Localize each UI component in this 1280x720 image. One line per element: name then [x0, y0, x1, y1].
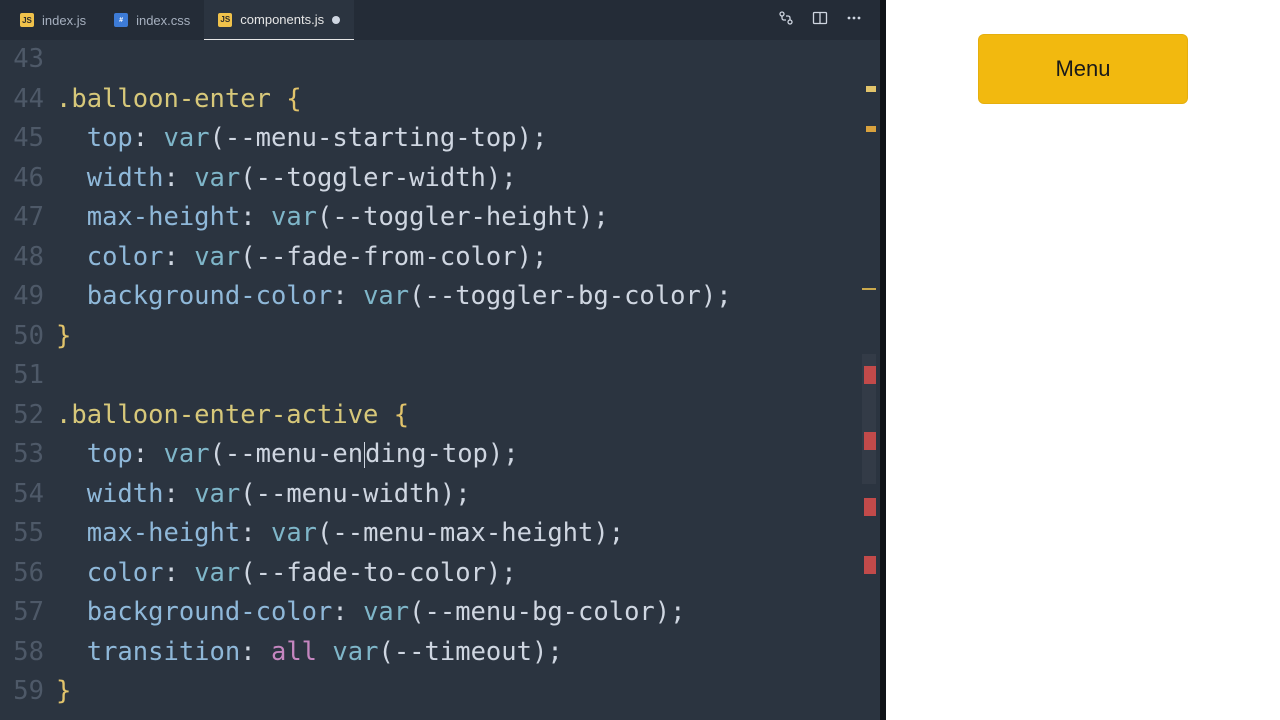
line-number: 53 [0, 435, 44, 475]
code-line[interactable]: width: var(--menu-width); [56, 475, 880, 515]
tab-index-js[interactable]: JS index.js [6, 0, 100, 40]
more-actions-icon[interactable] [846, 10, 862, 30]
code-line[interactable]: top: var(--menu-starting-top); [56, 119, 880, 159]
tab-label: components.js [240, 12, 324, 27]
code-line[interactable] [56, 40, 880, 80]
line-number: 46 [0, 159, 44, 199]
code-line[interactable]: max-height: var(--toggler-height); [56, 198, 880, 238]
js-file-icon: JS [218, 13, 232, 27]
tab-label: index.css [136, 13, 190, 28]
tab-components-js[interactable]: JS components.js [204, 0, 354, 40]
preview-pane: Menu [886, 0, 1280, 720]
line-number: 54 [0, 475, 44, 515]
code-line[interactable]: color: var(--fade-to-color); [56, 554, 880, 594]
line-number: 52 [0, 396, 44, 436]
line-number: 49 [0, 277, 44, 317]
tab-label: index.js [42, 13, 86, 28]
overview-ruler[interactable] [862, 40, 876, 720]
compare-changes-icon[interactable] [778, 10, 794, 30]
line-number: 59 [0, 672, 44, 712]
line-number: 44 [0, 80, 44, 120]
code-content[interactable]: .balloon-enter { top: var(--menu-startin… [56, 40, 880, 720]
line-number: 45 [0, 119, 44, 159]
tab-actions [766, 10, 874, 30]
text-cursor [364, 442, 365, 468]
unsaved-indicator-icon [332, 16, 340, 24]
line-number: 51 [0, 356, 44, 396]
code-line[interactable]: } [56, 672, 880, 712]
split-editor-icon[interactable] [812, 10, 828, 30]
code-line[interactable]: transition: all var(--timeout); [56, 633, 880, 673]
code-line[interactable]: width: var(--toggler-width); [56, 159, 880, 199]
code-line[interactable]: background-color: var(--menu-bg-color); [56, 593, 880, 633]
line-number: 56 [0, 554, 44, 594]
code-line[interactable]: .balloon-enter-active { [56, 396, 880, 436]
tab-index-css[interactable]: # index.css [100, 0, 204, 40]
line-number: 50 [0, 317, 44, 357]
code-line[interactable]: .balloon-enter { [56, 80, 880, 120]
code-line[interactable] [56, 356, 880, 396]
code-line[interactable]: max-height: var(--menu-max-height); [56, 514, 880, 554]
code-area[interactable]: 4344454647484950515253545556575859 .ball… [0, 40, 880, 720]
line-number: 57 [0, 593, 44, 633]
code-line[interactable]: color: var(--fade-from-color); [56, 238, 880, 278]
line-number: 43 [0, 40, 44, 80]
line-number: 55 [0, 514, 44, 554]
line-number: 47 [0, 198, 44, 238]
code-line[interactable]: top: var(--menu-ending-top); [56, 435, 880, 475]
menu-button[interactable]: Menu [978, 34, 1188, 104]
tab-bar: JS index.js # index.css JS components.js [0, 0, 880, 40]
line-number: 48 [0, 238, 44, 278]
line-number-gutter: 4344454647484950515253545556575859 [0, 40, 56, 720]
line-number: 58 [0, 633, 44, 673]
editor-pane: JS index.js # index.css JS components.js [0, 0, 880, 720]
js-file-icon: JS [20, 13, 34, 27]
css-file-icon: # [114, 13, 128, 27]
code-line[interactable]: background-color: var(--toggler-bg-color… [56, 277, 880, 317]
code-line[interactable]: } [56, 317, 880, 357]
